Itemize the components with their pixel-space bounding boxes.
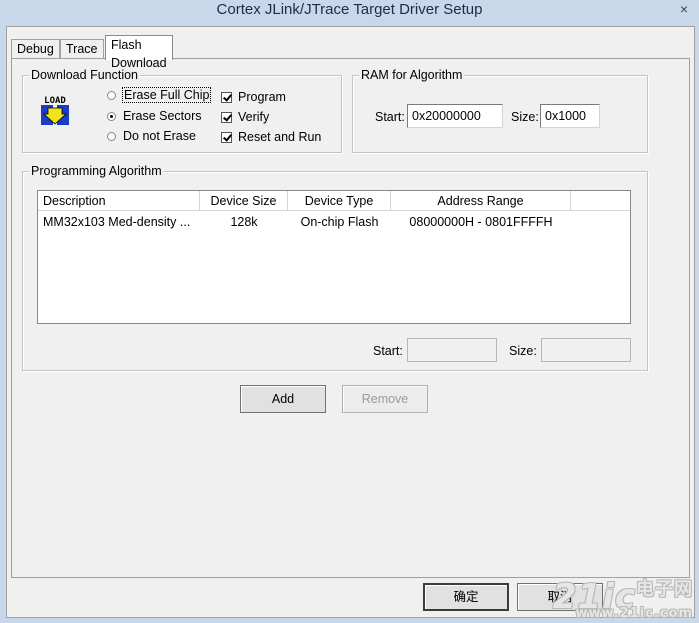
table-row[interactable]: MM32x103 Med-density ... 128k On-chip Fl… (38, 213, 571, 231)
close-icon[interactable]: × (675, 0, 693, 18)
checkbox-reset-and-run[interactable]: Reset and Run (221, 130, 321, 144)
tab-debug[interactable]: Debug (11, 39, 60, 59)
tab-page-flash-download: Download Function LOAD Erase Full Chip E… (11, 58, 690, 578)
checkbox-box[interactable] (221, 111, 232, 123)
radio-dot[interactable] (107, 131, 116, 141)
radio-erase-sectors[interactable]: Erase Sectors (107, 109, 202, 123)
checkbox-box[interactable] (221, 91, 232, 103)
checkbox-box[interactable] (221, 131, 232, 143)
radio-dot-selected[interactable] (107, 111, 116, 121)
checkbox-label: Reset and Run (238, 130, 322, 144)
radio-erase-full-chip[interactable]: Erase Full Chip (107, 87, 212, 103)
watermark-logo: 21ic电子网 www.21ic.com (553, 577, 693, 621)
add-button[interactable]: Add (240, 385, 326, 413)
algo-start-input[interactable] (407, 338, 497, 362)
radio-label: Erase Sectors (123, 109, 202, 123)
column-header-device-type[interactable]: Device Type (288, 191, 391, 211)
ram-for-algorithm-label: RAM for Algorithm (359, 68, 465, 82)
load-icon: LOAD (39, 94, 71, 126)
ram-start-input[interactable]: 0x20000000 (407, 104, 503, 128)
algorithm-list[interactable]: Description Device Size Device Type Addr… (37, 190, 631, 324)
ram-size-input[interactable]: 0x1000 (540, 104, 600, 128)
radio-label: Do not Erase (123, 129, 196, 143)
ram-size-label: Size: (511, 110, 539, 124)
checkbox-program[interactable]: Program (221, 90, 286, 104)
ram-start-label: Start: (375, 110, 405, 124)
watermark-url: www.21ic.com (575, 606, 693, 621)
column-header-address-range[interactable]: Address Range (391, 191, 571, 211)
tab-trace[interactable]: Trace (60, 39, 104, 59)
radio-label: Erase Full Chip (121, 87, 212, 103)
programming-algorithm-group: Programming Algorithm Description Device… (22, 164, 648, 371)
title-bar: Cortex JLink/JTrace Target Driver Setup … (0, 0, 699, 26)
checkbox-verify[interactable]: Verify (221, 110, 269, 124)
ram-for-algorithm-group: RAM for Algorithm Start: 0x20000000 Size… (352, 68, 648, 153)
watermark-cn: 电子网 (636, 579, 693, 600)
radio-dot[interactable] (107, 90, 116, 100)
column-header-description[interactable]: Description (38, 191, 200, 211)
ok-button[interactable]: 确定 (423, 583, 509, 611)
load-icon-text: LOAD (44, 96, 66, 106)
algorithm-list-header: Description Device Size Device Type Addr… (38, 191, 630, 211)
checkbox-label: Verify (238, 110, 270, 124)
cell-address-range: 08000000H - 0801FFFFH (409, 215, 553, 229)
dialog-window: Debug Trace Flash Download Download Func… (6, 26, 695, 618)
download-function-group: Download Function LOAD Erase Full Chip E… (22, 68, 342, 153)
tab-flash-download[interactable]: Flash Download (105, 35, 173, 70)
cell-device-type: On-chip Flash (300, 215, 379, 229)
radio-do-not-erase[interactable]: Do not Erase (107, 129, 196, 143)
cell-device-size: 128k (230, 215, 258, 229)
algo-start-label: Start: (373, 344, 403, 358)
column-header-device-size[interactable]: Device Size (200, 191, 288, 211)
algo-size-input[interactable] (541, 338, 631, 362)
algo-size-label: Size: (509, 344, 537, 358)
window-title: Cortex JLink/JTrace Target Driver Setup (216, 1, 483, 18)
remove-button[interactable]: Remove (342, 385, 428, 413)
programming-algorithm-label: Programming Algorithm (29, 164, 164, 178)
checkbox-label: Program (238, 90, 286, 104)
cell-description: MM32x103 Med-density ... (43, 215, 191, 229)
